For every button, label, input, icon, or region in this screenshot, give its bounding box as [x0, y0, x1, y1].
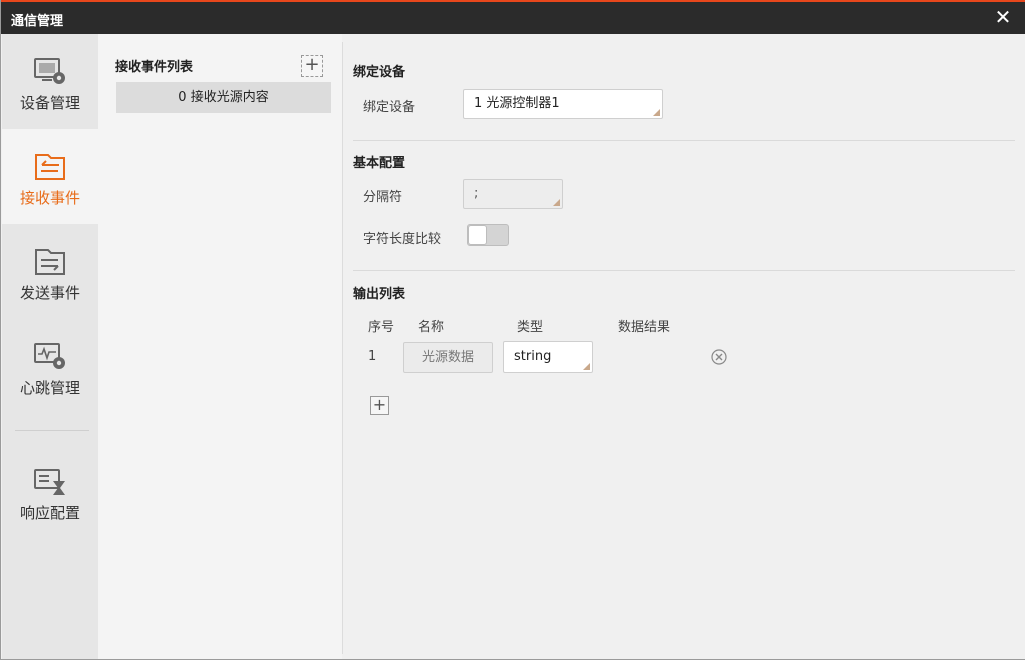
bind-section-title: 绑定设备 — [353, 65, 406, 80]
sidebar-item-response-config[interactable]: 响应配置 — [2, 444, 98, 539]
dropdown-corner-icon — [583, 363, 590, 370]
add-output-row-button[interactable]: + — [370, 396, 389, 415]
bind-device-label: 绑定设备 — [363, 100, 416, 115]
row-index: 1 — [368, 349, 377, 364]
sidebar-item-label: 心跳管理 — [19, 379, 80, 397]
separator-label: 分隔符 — [363, 190, 403, 205]
column-header-result: 数据结果 — [618, 320, 671, 335]
sidebar-divider — [15, 430, 89, 431]
event-list-title: 接收事件列表 — [115, 60, 194, 75]
length-compare-toggle[interactable] — [467, 224, 509, 246]
separator-select[interactable]: ; — [463, 179, 563, 209]
section-divider — [353, 140, 1015, 141]
separator-value: ; — [474, 186, 479, 201]
output-type-select[interactable]: string — [503, 341, 593, 373]
output-name-field[interactable]: 光源数据 — [403, 342, 493, 373]
output-section-title: 输出列表 — [353, 287, 406, 302]
event-config-panel: 绑定设备 绑定设备 1 光源控制器1 基本配置 分隔符 ; 字符长度比较 输出列… — [343, 34, 1025, 659]
sidebar-item-label: 设备管理 — [19, 94, 80, 112]
sidebar-item-device-management[interactable]: 设备管理 — [2, 34, 98, 129]
sidebar-item-send-event[interactable]: 发送事件 — [2, 224, 98, 319]
device-gear-icon — [34, 58, 65, 84]
communication-manager-window: 通信管理 ✕ 设备管理 接收事件 发送事件 心跳管理 响应配置 接收事件列表 +… — [0, 0, 1025, 660]
toggle-knob — [468, 225, 487, 245]
length-compare-label: 字符长度比较 — [363, 232, 442, 247]
column-header-type: 类型 — [517, 320, 544, 335]
response-hourglass-icon — [34, 469, 65, 495]
bind-device-value: 1 光源控制器1 — [474, 96, 560, 111]
close-icon[interactable]: ✕ — [992, 6, 1014, 28]
sidebar-item-label: 发送事件 — [19, 284, 80, 302]
column-header-name: 名称 — [418, 320, 445, 335]
heartbeat-gear-icon — [34, 343, 65, 369]
bind-device-select[interactable]: 1 光源控制器1 — [463, 89, 663, 119]
event-list-panel: 接收事件列表 + 0 接收光源内容 — [98, 34, 342, 659]
section-divider — [353, 270, 1015, 271]
output-type-value: string — [514, 349, 552, 364]
sidebar-item-label: 接收事件 — [19, 189, 80, 207]
sidebar-item-receive-event[interactable]: 接收事件 — [2, 129, 98, 224]
basic-section-title: 基本配置 — [353, 156, 406, 171]
sidebar-item-heartbeat[interactable]: 心跳管理 — [2, 319, 98, 414]
dropdown-corner-icon — [553, 199, 560, 206]
send-event-icon — [35, 249, 65, 275]
add-event-button[interactable]: + — [301, 55, 323, 77]
receive-event-icon — [35, 154, 65, 180]
window-title: 通信管理 — [11, 14, 64, 29]
sidebar: 设备管理 接收事件 发送事件 心跳管理 响应配置 — [2, 34, 98, 659]
list-item[interactable]: 0 接收光源内容 — [116, 82, 331, 113]
remove-row-icon[interactable] — [711, 349, 727, 365]
column-header-index: 序号 — [368, 320, 395, 335]
title-bar: 通信管理 ✕ — [1, 2, 1025, 34]
sidebar-item-label: 响应配置 — [19, 504, 80, 522]
dropdown-corner-icon — [653, 109, 660, 116]
